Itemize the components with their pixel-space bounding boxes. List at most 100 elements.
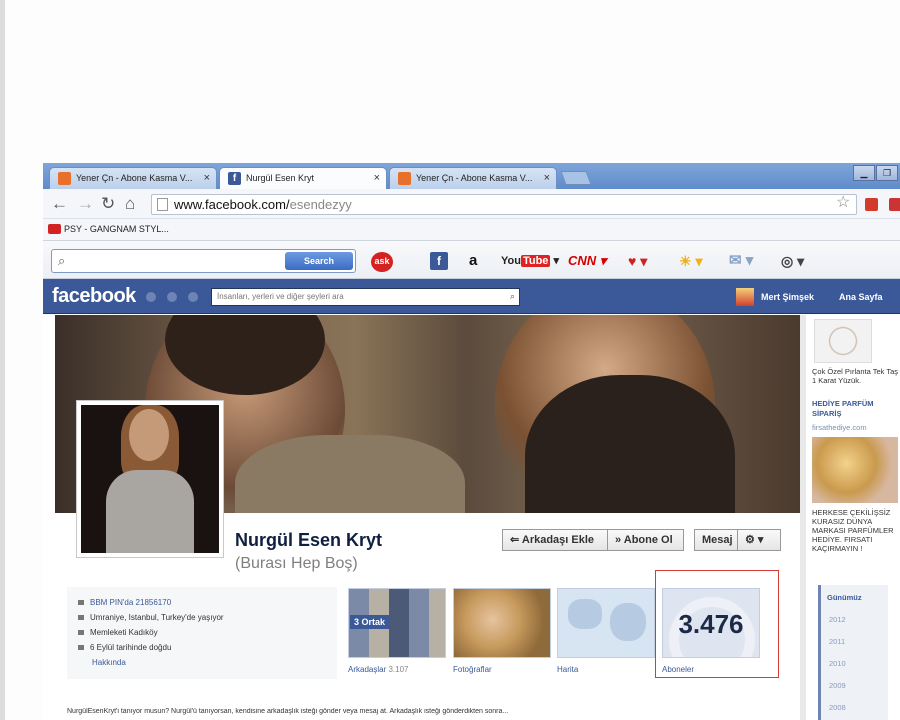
- youtube-icon: [48, 224, 61, 234]
- birthday: 6 Eylül tarihinde doğdu: [76, 640, 224, 655]
- add-friend-button[interactable]: ⇐ Arkadaşı Ekle: [502, 529, 608, 551]
- youtube-favicon-icon: [58, 172, 71, 185]
- left-edge: [0, 0, 5, 720]
- home-link[interactable]: Ana Sayfa: [839, 292, 883, 302]
- profile-name: Nurgül Esen Kryt: [235, 530, 383, 550]
- ask-icon[interactable]: ask: [371, 252, 393, 272]
- extension-icon[interactable]: [889, 198, 900, 211]
- perfume-ad-text[interactable]: HERKESE ÇEKİLİŞSİZ KURASIZ DÜNYA MARKASI…: [812, 508, 900, 553]
- about-list: BBM PIN'da 21856170 Umraniye, Istanbul, …: [76, 595, 224, 670]
- profile-alternate-name: (Burası Hep Boş): [235, 555, 358, 572]
- settings-dropdown-button[interactable]: ⚙ ▾: [737, 529, 781, 551]
- timeline-year[interactable]: 2012: [829, 615, 846, 624]
- bookmark-label: PSY - GANGNAM STYL...: [64, 224, 169, 234]
- facebook-logo[interactable]: facebook: [52, 285, 136, 308]
- youtube-button[interactable]: You Tube ▾: [501, 252, 559, 270]
- ring-ad-image[interactable]: [814, 319, 872, 363]
- add-friend-label: Arkadaşı Ekle: [521, 534, 595, 546]
- heart-icon[interactable]: ♥ ▾: [628, 252, 647, 270]
- map-thumbnail[interactable]: [557, 588, 655, 658]
- ring-ad-text[interactable]: Çok Özel Pırlanta Tek Taş 1 Karat Yüzük.: [812, 367, 900, 385]
- toolbar-search-input[interactable]: ⌕ Search: [51, 249, 356, 273]
- facebook-icon[interactable]: f: [430, 252, 448, 270]
- home-icon[interactable]: ⌂: [125, 194, 135, 214]
- navigation-bar: ← → ↻ ⌂ www.facebook.com/esendezyy ☆: [43, 189, 900, 219]
- subscribe-label: Abone Ol: [623, 534, 673, 546]
- bookmarks-bar: PSY - GANGNAM STYL...: [43, 219, 900, 241]
- toolbar-search-button[interactable]: Search: [285, 252, 353, 270]
- bookmark-psy[interactable]: PSY - GANGNAM STYL...: [48, 224, 169, 234]
- subscribe-button[interactable]: » Abone Ol: [607, 529, 684, 551]
- tab-youtube-1[interactable]: Yener Çn - Abone Kasma V... ×: [49, 167, 217, 189]
- cnn-label: CNN: [568, 253, 597, 268]
- user-name-link[interactable]: Mert Şimşek: [761, 292, 814, 302]
- tab-label: Yener Çn - Abone Kasma V...: [416, 173, 533, 183]
- forward-arrow-icon[interactable]: →: [77, 194, 94, 214]
- profile-picture[interactable]: [76, 400, 224, 558]
- timeline-year[interactable]: 2010: [829, 659, 846, 668]
- friends-thumbnail[interactable]: 3 Ortak: [348, 588, 446, 658]
- search-toolbar: ⌕ Search ask f a You Tube ▾ CNN ▾ ♥ ▾ ☀ ▾…: [43, 241, 900, 279]
- youtube-favicon-icon: [398, 172, 411, 185]
- search-icon[interactable]: ⌕: [510, 291, 515, 302]
- map-label[interactable]: Harita: [557, 665, 578, 674]
- perfume-ad-url[interactable]: firsathediye.com: [812, 423, 867, 432]
- tab-strip: Yener Çn - Abone Kasma V... × f Nurgül E…: [43, 163, 900, 190]
- about-link[interactable]: Hakkında: [76, 655, 224, 670]
- weather-icon[interactable]: ☀ ▾: [679, 252, 702, 270]
- tab-label: Yener Çn - Abone Kasma V...: [76, 173, 193, 183]
- facebook-favicon-icon: f: [228, 172, 241, 185]
- mail-icon[interactable]: ✉ ▾: [729, 252, 753, 270]
- close-tab-icon[interactable]: ×: [204, 172, 210, 184]
- photos-label[interactable]: Fotoğraflar: [453, 665, 492, 674]
- cnn-button[interactable]: CNN ▾: [568, 252, 606, 270]
- avatar[interactable]: [736, 288, 754, 306]
- perfume-ad-title[interactable]: HEDİYE PARFÜM SİPARİŞ: [812, 399, 900, 419]
- bookmark-star-icon[interactable]: ☆: [836, 192, 850, 212]
- timeline-year[interactable]: 2011: [829, 637, 845, 646]
- url-path: esendezyy: [289, 197, 352, 212]
- address-bar[interactable]: www.facebook.com/esendezyy: [151, 194, 857, 215]
- friends-count: 3.107: [388, 665, 409, 674]
- youtube-tube: Tube: [520, 255, 551, 267]
- timeline-year[interactable]: 2008: [829, 703, 846, 712]
- page-icon: [157, 198, 168, 211]
- photos-thumbnail[interactable]: [453, 588, 551, 658]
- browser-window: Yener Çn - Abone Kasma V... × f Nurgül E…: [43, 163, 900, 720]
- restore-button[interactable]: ❐: [876, 165, 898, 181]
- bbm-pin: BBM PIN'da 21856170: [76, 595, 224, 610]
- facebook-header: facebook İnsanları, yerleri ve diğer şey…: [43, 279, 900, 314]
- reload-icon[interactable]: ↻: [101, 194, 115, 214]
- highlight-box: [655, 570, 779, 678]
- youtube-you: You: [501, 255, 521, 267]
- tab-youtube-2[interactable]: Yener Çn - Abone Kasma V... ×: [389, 167, 557, 189]
- notifications-icon[interactable]: [188, 292, 198, 302]
- search-icon: ⌕: [58, 253, 66, 268]
- timeline-nav: Günümüz 2012 2011 2010 2009 2008: [818, 585, 888, 720]
- tab-facebook-profile[interactable]: f Nurgül Esen Kryt ×: [219, 167, 387, 190]
- subscribers-label[interactable]: Aboneler: [662, 665, 694, 674]
- perfume-ad-image[interactable]: [812, 437, 898, 503]
- close-tab-icon[interactable]: ×: [544, 172, 550, 184]
- new-tab-button[interactable]: [560, 171, 592, 185]
- search-placeholder: İnsanları, yerleri ve diğer şeyleri ara: [217, 292, 344, 301]
- right-sidebar: Çok Özel Pırlanta Tek Taş 1 Karat Yüzük.…: [806, 315, 900, 720]
- friends-label[interactable]: Arkadaşlar 3.107: [348, 665, 409, 674]
- amazon-icon[interactable]: a: [469, 252, 477, 270]
- facebook-search-input[interactable]: İnsanları, yerleri ve diğer şeyleri ara …: [211, 288, 520, 306]
- hometown: Memleketi Kadıköy: [76, 625, 224, 640]
- message-button[interactable]: Mesaj: [694, 529, 738, 551]
- friend-requests-icon[interactable]: [146, 292, 156, 302]
- extension-calendar-icon[interactable]: [865, 198, 878, 211]
- mutual-friends-badge: 3 Ortak: [350, 615, 390, 629]
- minimize-button[interactable]: ▁: [853, 165, 875, 181]
- back-arrow-icon[interactable]: ←: [51, 194, 68, 214]
- swirl-icon[interactable]: ◎ ▾: [781, 252, 804, 270]
- lives-in: Umraniye, Istanbul, Turkey'de yaşıyor: [76, 610, 224, 625]
- timeline-year[interactable]: 2009: [829, 681, 846, 690]
- tab-label: Nurgül Esen Kryt: [246, 173, 315, 183]
- close-tab-icon[interactable]: ×: [374, 172, 380, 184]
- know-this-person-text: NurgülEsenKryt'i tanıyor musun? Nurgül'ü…: [67, 708, 509, 715]
- timeline-now[interactable]: Günümüz: [827, 593, 862, 602]
- messages-icon[interactable]: [167, 292, 177, 302]
